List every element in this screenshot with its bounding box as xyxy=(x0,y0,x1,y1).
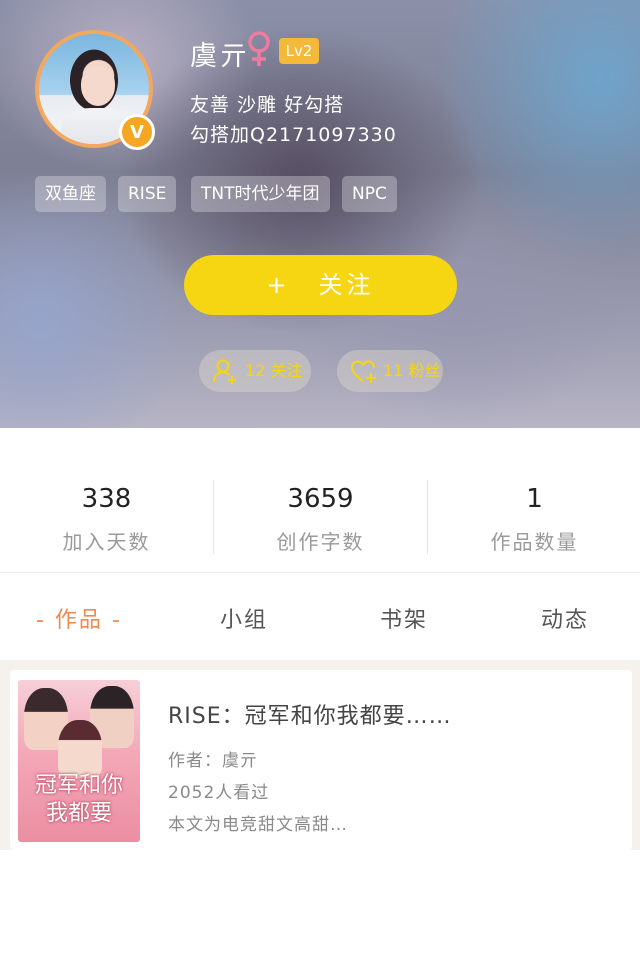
work-cover[interactable]: 冠军和你 我都要 xyxy=(18,680,140,842)
work-author: 作者：虞亓 xyxy=(168,751,258,771)
tab-activity[interactable]: 动态 xyxy=(541,602,589,634)
works-list: 冠军和你 我都要 RISE：冠军和你我都要…… 作者：虞亓 2052人看过 本文… xyxy=(0,660,640,959)
verified-icon: V xyxy=(119,114,155,150)
cover-title-line: 我都要 xyxy=(45,801,112,826)
add-user-icon xyxy=(213,359,236,384)
level-badge: Lv2 xyxy=(279,38,319,64)
work-views: 2052人看过 xyxy=(168,783,270,803)
tag-item[interactable]: TNT时代少年团 xyxy=(191,176,330,212)
tag-item[interactable]: RISE xyxy=(118,176,177,212)
tab-bookshelf[interactable]: 书架 xyxy=(380,602,428,634)
followers-count: 11 粉丝 xyxy=(383,361,441,380)
username: 虞亓 xyxy=(190,41,250,72)
tab-works[interactable]: - 作品 - xyxy=(36,602,122,634)
profile-tabs: - 作品 - 小组 书架 动态 xyxy=(0,574,640,660)
following-count: 12 关注 xyxy=(245,361,303,380)
stat-value: 3659 xyxy=(287,484,354,514)
follow-button[interactable]: + 关注 xyxy=(184,255,457,315)
cover-title: 冠军和你 我都要 xyxy=(18,772,140,828)
stat-works-count: 1 作品数量 xyxy=(428,428,640,573)
following-button[interactable]: 12 关注 xyxy=(199,350,311,392)
avatar-face xyxy=(81,66,115,106)
tag-item[interactable]: NPC xyxy=(342,176,397,212)
stat-days-joined: 338 加入天数 xyxy=(0,428,213,573)
stat-word-count: 3659 创作字数 xyxy=(214,428,427,573)
cover-figure xyxy=(58,720,102,778)
stat-label: 作品数量 xyxy=(490,530,579,554)
tag-item[interactable]: 双鱼座 xyxy=(35,176,106,212)
work-summary: 本文为电竞甜文高甜… xyxy=(168,815,348,835)
stat-label: 加入天数 xyxy=(62,530,151,554)
heart-add-icon xyxy=(350,360,376,383)
tab-groups[interactable]: 小组 xyxy=(220,602,268,634)
stats-bar: 338 加入天数 3659 创作字数 1 作品数量 xyxy=(0,428,640,573)
work-title[interactable]: RISE：冠军和你我都要…… xyxy=(168,698,452,730)
bio-line-1: 友善 沙雕 好勾搭 xyxy=(190,94,345,116)
followers-button[interactable]: 11 粉丝 xyxy=(337,350,443,392)
stat-label: 创作字数 xyxy=(276,530,365,554)
female-icon xyxy=(248,31,270,66)
stat-value: 338 xyxy=(81,484,132,514)
work-card[interactable]: 冠军和你 我都要 RISE：冠军和你我都要…… 作者：虞亓 2052人看过 本文… xyxy=(10,670,632,850)
bio-line-2: 勾搭加Q2171097330 xyxy=(190,124,397,146)
profile-header: V 虞亓 Lv2 友善 沙雕 好勾搭 勾搭加Q2171097330 双鱼座 RI… xyxy=(0,0,640,428)
cover-title-line: 冠军和你 xyxy=(34,773,123,798)
stat-value: 1 xyxy=(526,484,543,514)
